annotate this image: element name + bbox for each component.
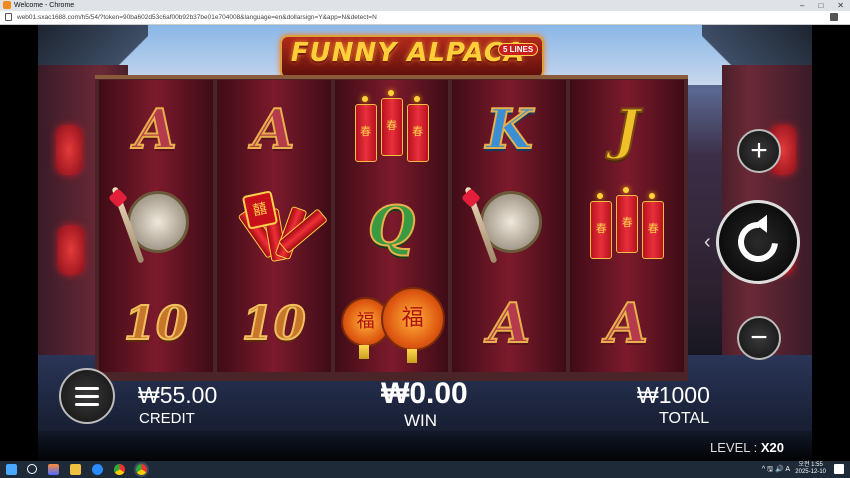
status-strip <box>38 431 812 461</box>
chrome-icon[interactable] <box>114 464 125 475</box>
win-value: ₩0.00 <box>381 377 468 410</box>
reel-5: J 春 春 春 A <box>570 80 684 372</box>
firecracker-icon: 春 <box>354 104 377 162</box>
reel-5-row-1: J <box>570 80 684 177</box>
reel-1-row-1: A <box>99 80 213 177</box>
credit-value: ₩55.00 <box>138 382 218 408</box>
address-bar[interactable]: web01.sxac1688.com/h5/54/?token=90ba602d… <box>0 11 850 25</box>
maximize-button[interactable]: □ <box>818 0 823 11</box>
windows-taskbar: ^ 🖫 🔊 A 오전 1:55 2025-12-10 <box>0 461 850 478</box>
tassel-icon <box>358 344 369 359</box>
red-bow-icon <box>461 188 482 209</box>
spark-icon <box>623 187 630 194</box>
symbol-a: A <box>134 96 178 161</box>
hanging-lantern-icon <box>58 225 84 275</box>
total-value: ₩1000 <box>637 382 710 408</box>
credit-label: CREDIT <box>139 410 195 427</box>
spark-icon <box>649 193 656 200</box>
reel-4-row-2 <box>452 177 566 274</box>
chrome-active-icon[interactable] <box>136 464 147 475</box>
bundle-badge: 囍 <box>241 190 279 231</box>
site-info-icon[interactable] <box>5 13 12 21</box>
edge-icon[interactable] <box>92 464 103 475</box>
total-label: TOTAL <box>659 410 710 427</box>
minimize-button[interactable]: – <box>800 0 804 11</box>
firecracker-icon: 春 <box>642 201 665 260</box>
reel-3: 春 春 春 Q 福 福 <box>334 80 449 372</box>
reel-2-row-3: 10 <box>217 275 331 372</box>
browser-titlebar: Welcome - Chrome – □ ✕ <box>0 0 850 11</box>
chevron-left-icon: ‹ <box>704 231 711 253</box>
reel-3-row-2: Q <box>335 177 449 274</box>
clock-time: 오전 1:55 <box>798 462 823 468</box>
menu-button[interactable] <box>59 368 115 424</box>
symbol-10: 10 <box>123 296 189 351</box>
reel-2-row-1: A <box>217 80 331 177</box>
window-title: Welcome - Chrome <box>14 2 75 9</box>
game-logo: FUNNY ALPACA 5 LINES <box>270 31 560 79</box>
firecracker-bundle-icon: 囍 <box>233 190 328 263</box>
hamburger-icon <box>75 386 99 390</box>
clock-date: 2025-12-10 <box>795 469 826 475</box>
firecracker-icon: 春 <box>590 201 613 260</box>
close-button[interactable]: ✕ <box>837 0 844 11</box>
window-controls: – □ ✕ <box>800 0 844 11</box>
reel-3-row-1: 春 春 春 <box>335 80 449 177</box>
windows-start-icon[interactable] <box>6 464 17 475</box>
tassel-icon <box>406 348 417 363</box>
taskbar-clock[interactable]: 오전 1:55 2025-12-10 <box>795 462 826 476</box>
reel-5-row-3: A <box>570 275 684 372</box>
system-tray[interactable]: ^ 🖫 🔊 A <box>762 465 790 476</box>
reel-3-row-3: 福 福 <box>335 275 449 372</box>
reels: A 10 A 囍 10 春 春 春 Q 福 福 K A J 春 春 春 A <box>99 80 684 372</box>
bet-decrease-button[interactable]: − <box>737 316 781 360</box>
firecracker-icon: 春 <box>406 104 429 162</box>
game-viewport: FUNNY ALPACA 5 LINES A 10 A 囍 10 春 春 春 Q… <box>0 25 850 461</box>
reel-4-row-3: A <box>452 275 566 372</box>
lantern-icon: 福 <box>380 286 445 351</box>
symbol-q: Q <box>367 193 416 258</box>
spark-icon <box>597 193 604 200</box>
notification-icon[interactable] <box>834 464 844 474</box>
symbol-a: A <box>605 291 649 356</box>
spin-arrow-icon <box>729 213 787 271</box>
symbol-k: K <box>485 96 534 161</box>
chrome-favicon-icon <box>3 1 11 9</box>
spark-icon <box>361 96 368 102</box>
reel-2: A 囍 10 <box>216 80 331 372</box>
reel-4: K A <box>452 80 567 372</box>
spark-icon <box>413 96 420 102</box>
logo-text: FUNNY ALPACA <box>290 38 526 68</box>
reel-1: A 10 <box>99 80 213 372</box>
win-label: WIN <box>404 411 438 430</box>
firecracker-icon: 春 <box>380 98 403 156</box>
hanging-lantern-icon <box>56 125 82 175</box>
lines-badge: 5 LINES <box>498 43 539 56</box>
symbol-a: A <box>487 291 531 356</box>
search-icon[interactable] <box>27 464 37 474</box>
spark-icon <box>387 90 394 96</box>
reel-1-row-3: 10 <box>99 275 213 372</box>
url-text[interactable]: web01.sxac1688.com/h5/54/?token=90ba602d… <box>17 11 377 24</box>
level-value: X20 <box>760 440 784 455</box>
symbol-a: A <box>252 96 296 161</box>
level-indicator: LEVEL : X20 <box>710 440 784 455</box>
symbol-10: 10 <box>241 296 307 351</box>
level-label: LEVEL : <box>710 440 758 455</box>
reel-2-row-2: 囍 <box>217 177 331 274</box>
file-explorer-icon[interactable] <box>70 464 81 475</box>
reel-4-row-1: K <box>452 80 566 177</box>
firecracker-icon: 春 <box>616 195 639 254</box>
translate-icon[interactable] <box>830 13 838 21</box>
reel-1-row-2 <box>99 177 213 274</box>
reel-5-row-2: 春 春 春 <box>570 177 684 274</box>
spin-button[interactable] <box>716 200 800 284</box>
red-bow-icon <box>108 188 128 209</box>
symbol-j: J <box>613 96 641 161</box>
bet-increase-button[interactable]: + <box>737 129 781 173</box>
copilot-icon[interactable] <box>48 464 59 475</box>
